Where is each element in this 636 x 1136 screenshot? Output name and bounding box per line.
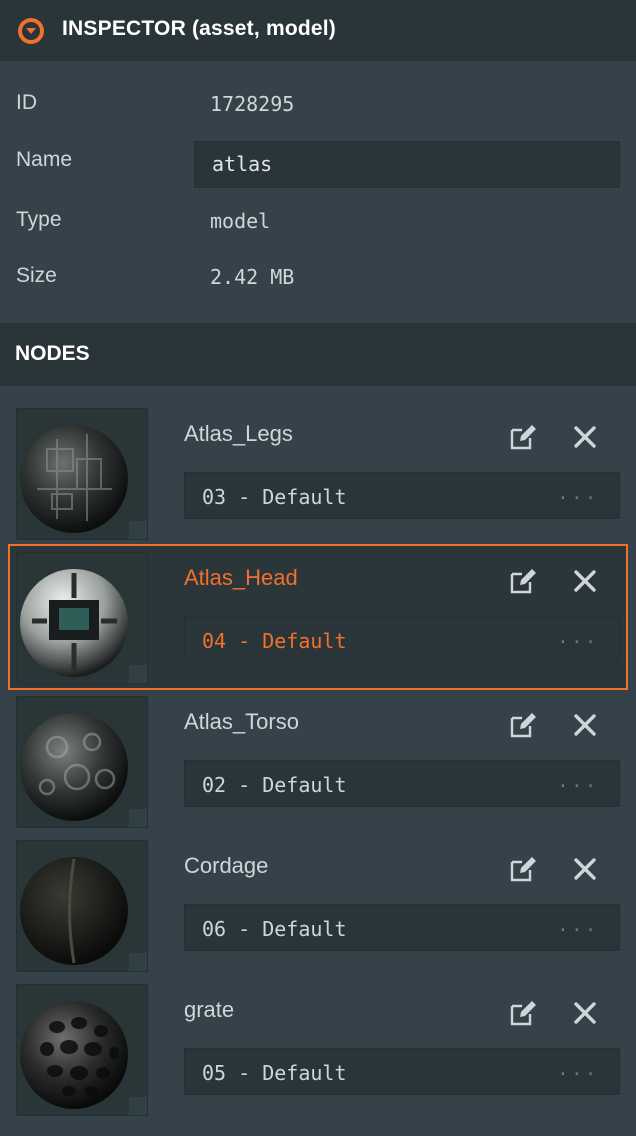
name-label: Name [16,148,73,171]
asset-properties: ID 1728295 Name atlas Type model Size 2.… [0,61,636,323]
close-icon[interactable] [572,712,598,738]
inspector-title: INSPECTOR (asset, model) [62,17,336,40]
material-thumbnail [16,408,148,540]
more-options-icon[interactable]: ... [557,483,599,504]
more-options-icon[interactable]: ... [557,915,599,936]
type-value: model [210,209,271,233]
material-thumbnail [16,984,148,1116]
node-row[interactable]: grate 05 - Default ... [8,976,628,1122]
node-row[interactable]: Atlas_Torso 02 - Default ... [8,688,628,834]
close-icon[interactable] [572,856,598,882]
material-slot[interactable]: 02 - Default ... [184,760,620,807]
material-thumbnail [16,696,148,828]
material-name: 03 - Default [202,485,347,509]
nodes-section-title: NODES [15,342,90,365]
close-icon[interactable] [572,1000,598,1026]
name-input[interactable]: atlas [194,141,620,188]
collapse-arrow-icon[interactable] [18,18,44,44]
id-label: ID [16,91,37,114]
node-name: Atlas_Head [184,565,298,590]
nodes-section-header: NODES [0,323,636,386]
node-name: grate [184,997,235,1022]
node-name: Atlas_Torso [184,709,299,734]
material-slot[interactable]: 06 - Default ... [184,904,620,951]
material-thumbnail [16,840,148,972]
edit-icon[interactable] [508,854,538,884]
edit-icon[interactable] [508,422,538,452]
material-thumbnail [16,552,148,684]
material-name: 06 - Default [202,917,347,941]
material-slot[interactable]: 05 - Default ... [184,1048,620,1095]
material-name: 04 - Default [202,629,347,653]
close-icon[interactable] [572,568,598,594]
material-name: 02 - Default [202,773,347,797]
node-name: Cordage [184,853,269,878]
material-slot[interactable]: 04 - Default ... [184,616,620,663]
node-row[interactable]: Cordage 06 - Default ... [8,832,628,978]
edit-icon[interactable] [508,566,538,596]
id-value: 1728295 [210,92,295,116]
more-options-icon[interactable]: ... [557,771,599,792]
node-row[interactable]: Atlas_Legs 03 - Default ... [8,400,628,546]
material-slot[interactable]: 03 - Default ... [184,472,620,519]
edit-icon[interactable] [508,710,538,740]
node-name: Atlas_Legs [184,421,293,446]
inspector-header: INSPECTOR (asset, model) [0,0,636,61]
size-label: Size [16,264,57,287]
more-options-icon[interactable]: ... [557,1059,599,1080]
more-options-icon[interactable]: ... [557,627,599,648]
size-value: 2.42 MB [210,265,295,289]
node-row-selected[interactable]: Atlas_Head 04 - Default ... [8,544,628,690]
edit-icon[interactable] [508,998,538,1028]
close-icon[interactable] [572,424,598,450]
type-label: Type [16,208,62,231]
material-name: 05 - Default [202,1061,347,1085]
